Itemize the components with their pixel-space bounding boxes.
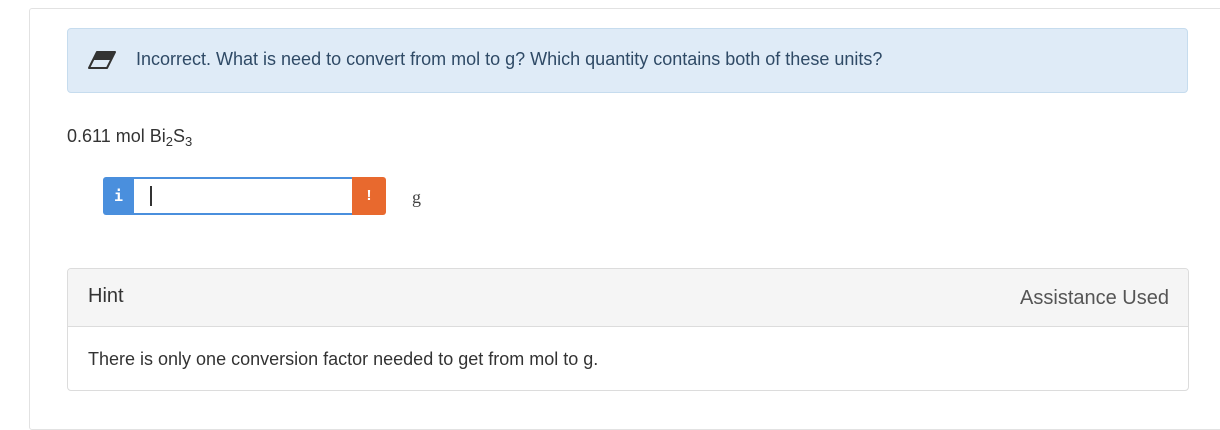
given-quantity: 0.611 mol Bi2S3	[67, 126, 193, 149]
hint-panel: Hint Assistance Used There is only one c…	[67, 268, 1189, 391]
given-amount: 0.611 mol Bi	[67, 126, 166, 146]
eraser-icon	[88, 51, 116, 69]
hint-text: There is only one conversion factor need…	[88, 349, 599, 369]
answer-input[interactable]	[134, 177, 352, 215]
feedback-message: Incorrect. What is need to convert from …	[136, 49, 883, 69]
hint-title: Hint	[88, 285, 124, 307]
given-subscript-2: 3	[184, 134, 193, 149]
feedback-alert: Incorrect. What is need to convert from …	[67, 28, 1188, 93]
assistance-status: Assistance Used	[1020, 287, 1169, 309]
text-caret	[150, 186, 152, 206]
answer-unit: g	[412, 187, 421, 207]
hint-header[interactable]: Hint Assistance Used	[68, 269, 1188, 327]
given-subscript-1: 2	[165, 134, 173, 149]
info-button[interactable]: i	[103, 177, 134, 215]
warning-button[interactable]: !	[352, 177, 386, 215]
given-element-s: S	[172, 126, 185, 146]
